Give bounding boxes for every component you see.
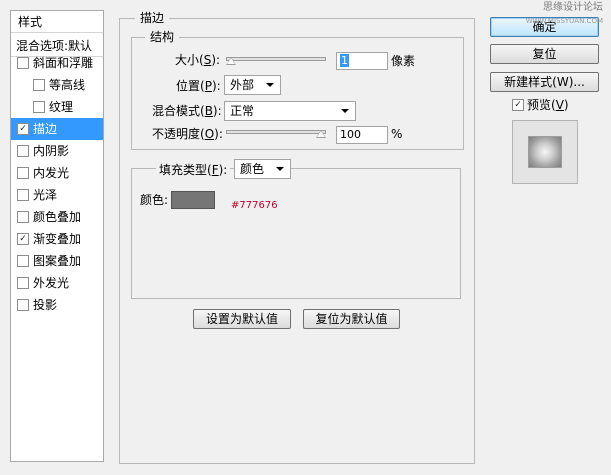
color-label: 颜色: [140,193,169,207]
size-unit-label: 像素 [391,54,416,68]
style-item-label: 外发光 [33,276,70,290]
style-item-checkbox[interactable] [17,255,29,267]
style-item-checkbox[interactable] [17,145,29,157]
style-item-checkbox[interactable] [17,57,29,69]
style-item[interactable]: 光泽 [11,184,103,206]
style-item[interactable]: 内阴影 [11,140,103,162]
style-item[interactable]: 斜面和浮雕 [11,52,103,74]
chevron-down-icon [276,167,284,171]
watermark: 思缘设计论坛 WWW.MISSYUAN.COM [526,2,603,27]
style-preview-thumbnail [512,120,578,184]
fill-group [131,168,461,299]
reset-button[interactable]: 复位 [490,44,599,64]
structure-group-title: 结构 [145,30,180,44]
reset-default-button[interactable]: 复位为默认值 [303,309,400,329]
preview-label: 预览(V) [527,98,569,112]
position-label: 位置(P): [176,79,221,93]
style-item[interactable]: 纹理 [11,96,103,118]
style-item-label: 渐变叠加 [33,232,82,246]
style-item-checkbox[interactable] [17,189,29,201]
style-item[interactable]: 颜色叠加 [11,206,103,228]
opacity-slider-track[interactable] [226,130,326,134]
watermark-line-2: WWW.MISSYUAN.COM [525,17,603,25]
size-label: 大小(S): [175,53,221,67]
style-item-label: 纹理 [49,100,74,114]
opacity-input[interactable]: 100 [336,126,388,144]
style-item[interactable]: 图案叠加 [11,250,103,272]
style-item-label: 投影 [33,298,58,312]
style-item-checkbox[interactable] [17,277,29,289]
style-item[interactable]: ✓ 描边 [11,118,103,140]
position-dropdown[interactable]: 外部 [224,75,281,95]
fill-type-label: 填充类型(F): [156,161,231,179]
chevron-down-icon [266,83,274,87]
style-item-checkbox[interactable] [17,167,29,179]
style-item[interactable]: 外发光 [11,272,103,294]
color-hex-annotation: #777676 [231,200,278,211]
style-item-label: 图案叠加 [33,254,82,268]
style-item-checkbox[interactable] [33,79,45,91]
size-input[interactable]: 1 [336,52,388,70]
style-list-header[interactable]: 样式 [11,11,103,33]
style-item-label: 光泽 [33,188,58,202]
size-slider-track[interactable] [226,57,326,61]
style-item[interactable]: 内发光 [11,162,103,184]
opacity-label: 不透明度(O): [152,127,223,141]
opacity-slider-thumb[interactable] [316,130,326,138]
style-item-label: 描边 [33,122,58,136]
stroke-group-title: 描边 [135,11,170,25]
style-item-checkbox[interactable]: ✓ [17,123,29,135]
style-item-checkbox[interactable] [17,299,29,311]
fill-type-dropdown[interactable]: 颜色 [234,159,291,179]
style-item[interactable]: 投影 [11,294,103,316]
style-item-label: 等高线 [49,78,86,92]
chevron-down-icon [341,109,349,113]
watermark-line-1: 思缘设计论坛 [543,2,603,13]
color-swatch[interactable] [171,191,215,209]
size-slider-thumb[interactable] [226,57,236,65]
style-item-label: 内阴影 [33,144,70,158]
style-item[interactable]: ✓ 渐变叠加 [11,228,103,250]
set-default-button[interactable]: 设置为默认值 [193,309,291,329]
style-list-panel: 样式 混合选项:默认 斜面和浮雕 等高线 纹理 ✓ 描边 内阴影 内发光 光泽 颜色叠加 ✓ 渐变叠… [10,10,104,462]
preview-toggle[interactable]: ✓ 预览(V) [510,96,590,114]
style-preview-swatch [528,136,562,168]
style-item-label: 斜面和浮雕 [33,56,94,70]
style-item-label: 颜色叠加 [33,210,82,224]
style-item-checkbox[interactable]: ✓ [17,233,29,245]
new-style-button[interactable]: 新建样式(W)... [490,72,599,92]
style-item-checkbox[interactable] [17,211,29,223]
opacity-unit-label: % [391,127,403,141]
style-item[interactable]: 等高线 [11,74,103,96]
preview-checkbox[interactable]: ✓ [512,99,524,111]
blend-mode-dropdown[interactable]: 正常 [224,101,356,121]
blend-mode-label: 混合模式(B): [152,104,222,118]
style-item-checkbox[interactable] [33,101,45,113]
style-item-label: 内发光 [33,166,70,180]
